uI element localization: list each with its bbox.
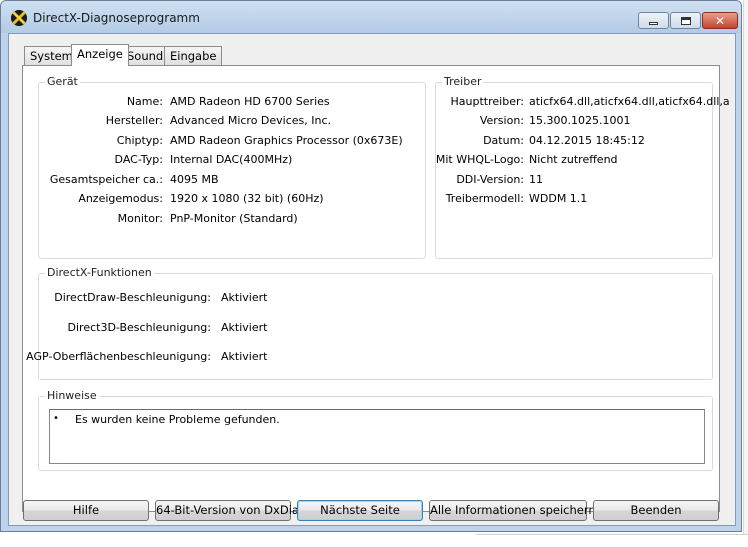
- driver-label: Version:: [479, 114, 524, 127]
- driver-value: aticfx64.dll,aticfx64.dll,aticfx64.dll,a: [529, 95, 730, 108]
- device-label: Hersteller:: [105, 114, 163, 127]
- device-row: Name: AMD Radeon HD 6700 Series: [39, 95, 425, 111]
- driver-label: Mit WHQL-Logo:: [435, 153, 524, 166]
- driver-heading: Treiber: [442, 75, 484, 88]
- feature-label: AGP-Oberflächenbeschleunigung:: [26, 350, 211, 363]
- notes-text: Es wurden keine Probleme gefunden.: [75, 413, 280, 426]
- driver-value: 11: [529, 173, 543, 186]
- device-label: Anzeigemodus:: [78, 192, 163, 205]
- maximize-button[interactable]: [670, 12, 701, 29]
- device-row: Hersteller: Advanced Micro Devices, Inc.: [39, 114, 425, 130]
- driver-value: 15.300.1025.1001: [529, 114, 631, 127]
- device-row: Monitor: PnP-Monitor (Standard): [39, 212, 425, 228]
- driver-group: Treiber Haupttreiber: aticfx64.dll,aticf…: [435, 75, 730, 259]
- device-row: Anzeigemodus: 1920 x 1080 (32 bit) (60Hz…: [39, 192, 425, 208]
- title-bar[interactable]: DirectX-Diagnoseprogramm ✕: [1, 1, 741, 33]
- driver-row: DDI-Version: 11: [436, 173, 712, 189]
- device-value: AMD Radeon Graphics Processor (0x673E): [170, 134, 403, 147]
- driver-row: Datum: 04.12.2015 18:45:12: [436, 134, 712, 150]
- device-value: AMD Radeon HD 6700 Series: [170, 95, 330, 108]
- device-row: Gesamtspeicher ca.: 4095 MB: [39, 173, 425, 189]
- device-label: DAC-Typ:: [114, 153, 163, 166]
- driver-value: WDDM 1.1: [529, 192, 588, 205]
- feature-label: Direct3D-Beschleunigung:: [67, 321, 211, 334]
- dxdiag-window: DirectX-Diagnoseprogramm ✕ System Anzeig…: [0, 0, 742, 532]
- close-icon: ✕: [714, 13, 726, 28]
- window-title: DirectX-Diagnoseprogramm: [33, 11, 200, 25]
- device-label: Chiptyp:: [116, 134, 163, 147]
- device-group: Gerät Name: AMD Radeon HD 6700 Series He…: [38, 75, 426, 259]
- feature-row: Direct3D-Beschleunigung: Aktiviert: [39, 321, 712, 337]
- driver-row: Haupttreiber: aticfx64.dll,aticfx64.dll,…: [436, 95, 730, 111]
- minimize-button[interactable]: [638, 12, 669, 29]
- feature-value: Aktiviert: [221, 291, 268, 304]
- device-value: Internal DAC(400MHz): [170, 153, 293, 166]
- driver-label: Haupttreiber:: [450, 95, 524, 108]
- driver-row: Version: 15.300.1025.1001: [436, 114, 712, 130]
- save-all-info-button[interactable]: Alle Informationen speichern...: [429, 500, 607, 521]
- driver-row: Mit WHQL-Logo: Nicht zutreffend: [436, 153, 712, 169]
- driver-label: Treibermodell:: [445, 192, 524, 205]
- device-row: Chiptyp: AMD Radeon Graphics Processor (…: [39, 134, 425, 150]
- dialog-client-area: System Anzeige Sound Eingabe Gerät Name:…: [8, 33, 736, 526]
- exit-button[interactable]: Beenden: [593, 500, 719, 521]
- notes-heading: Hinweise: [45, 389, 99, 402]
- directx-features-group: DirectX-Funktionen DirectDraw-Beschleuni…: [26, 266, 713, 380]
- device-value: 4095 MB: [170, 173, 219, 186]
- driver-row: Treibermodell: WDDM 1.1: [436, 192, 712, 208]
- device-label: Monitor:: [117, 212, 163, 225]
- driver-label: Datum:: [483, 134, 524, 147]
- device-value: PnP-Monitor (Standard): [170, 212, 298, 225]
- features-heading: DirectX-Funktionen: [45, 266, 154, 279]
- driver-value: Nicht zutreffend: [529, 153, 618, 166]
- notes-group: Hinweise • Es wurden keine Probleme gefu…: [38, 389, 713, 471]
- feature-row: DirectDraw-Beschleunigung: Aktiviert: [39, 291, 712, 307]
- minimize-icon: [649, 22, 658, 25]
- directx-icon: [11, 10, 27, 26]
- feature-row: AGP-Oberflächenbeschleunigung: Aktiviert: [26, 350, 712, 366]
- device-label: Name:: [126, 95, 163, 108]
- feature-value: Aktiviert: [221, 321, 268, 334]
- background-window-edge: [743, 0, 748, 546]
- driver-label: DDI-Version:: [456, 173, 524, 186]
- device-label: Gesamtspeicher ca.:: [49, 173, 163, 186]
- device-row: DAC-Typ: Internal DAC(400MHz): [39, 153, 425, 169]
- notes-bullet: •: [53, 413, 59, 424]
- device-value: Advanced Micro Devices, Inc.: [170, 114, 332, 127]
- tab-anzeige[interactable]: Anzeige: [71, 44, 129, 66]
- device-heading: Gerät: [45, 75, 80, 88]
- close-button[interactable]: ✕: [702, 12, 738, 29]
- next-page-button[interactable]: Nächste Seite: [297, 500, 423, 521]
- background-window-edge-bottom: [476, 534, 748, 547]
- feature-label: DirectDraw-Beschleunigung:: [54, 291, 211, 304]
- maximize-icon: [680, 16, 691, 25]
- dxdiag-64bit-button[interactable]: 64-Bit-Version von DxDiag: [155, 500, 306, 521]
- notes-textbox[interactable]: • Es wurden keine Probleme gefunden.: [49, 409, 705, 464]
- tab-eingabe[interactable]: Eingabe: [164, 46, 223, 65]
- help-button[interactable]: Hilfe: [23, 500, 149, 521]
- device-value: 1920 x 1080 (32 bit) (60Hz): [170, 192, 324, 205]
- feature-value: Aktiviert: [221, 350, 268, 363]
- tab-panel-anzeige: Gerät Name: AMD Radeon HD 6700 Series He…: [22, 65, 730, 512]
- driver-value: 04.12.2015 18:45:12: [529, 134, 645, 147]
